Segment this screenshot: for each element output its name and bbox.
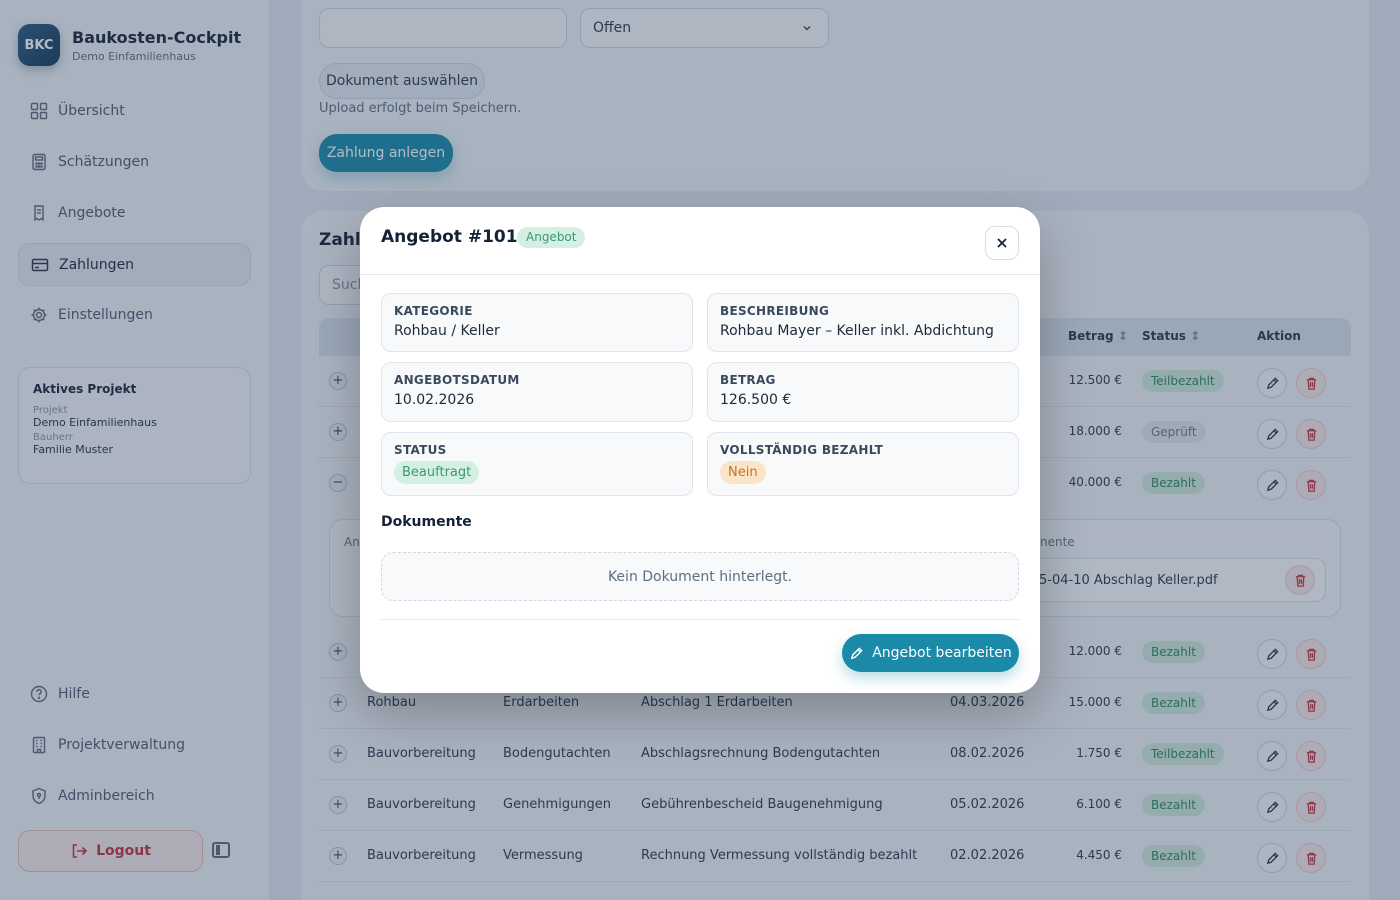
field-value: 126.500 €	[720, 392, 792, 408]
modal-footer-divider	[381, 619, 1019, 620]
field-fully-paid: VOLLSTÄNDIG BEZAHLT Nein	[707, 432, 1019, 496]
field-value: Rohbau Mayer – Keller inkl. Abdichtung	[720, 323, 994, 339]
edit-offer-button[interactable]: Angebot bearbeiten	[842, 634, 1019, 672]
status-badge: Beauftragt	[394, 461, 480, 484]
close-modal-button[interactable]	[985, 226, 1019, 260]
modal-type-badge: Angebot	[517, 227, 586, 248]
edit-offer-label: Angebot bearbeiten	[872, 645, 1012, 661]
offer-detail-modal: Angebot #1010 Angebot KATEGORIE Rohbau /…	[360, 207, 1040, 693]
field-description: BESCHREIBUNG Rohbau Mayer – Keller inkl.…	[707, 293, 1019, 352]
field-status: STATUS Beauftragt	[381, 432, 693, 496]
field-value: 10.02.2026	[394, 392, 475, 408]
field-offer-date: ANGEBOTSDATUM 10.02.2026	[381, 362, 693, 422]
field-label: BESCHREIBUNG	[720, 304, 830, 318]
close-icon	[997, 238, 1007, 248]
modal-header-divider	[360, 274, 1040, 275]
field-label: STATUS	[394, 443, 447, 457]
field-value: Rohbau / Keller	[394, 323, 500, 339]
field-amount: BETRAG 126.500 €	[707, 362, 1019, 422]
field-label: ANGEBOTSDATUM	[394, 373, 520, 387]
field-category: KATEGORIE Rohbau / Keller	[381, 293, 693, 352]
paid-badge: Nein	[720, 461, 766, 484]
documents-empty-state: Kein Dokument hinterlegt.	[381, 552, 1019, 601]
field-label: KATEGORIE	[394, 304, 473, 318]
field-label: VOLLSTÄNDIG BEZAHLT	[720, 443, 884, 457]
modal-title: Angebot #1010	[381, 227, 530, 247]
pencil-icon	[851, 646, 863, 659]
documents-title: Dokumente	[381, 514, 472, 530]
field-label: BETRAG	[720, 373, 776, 387]
